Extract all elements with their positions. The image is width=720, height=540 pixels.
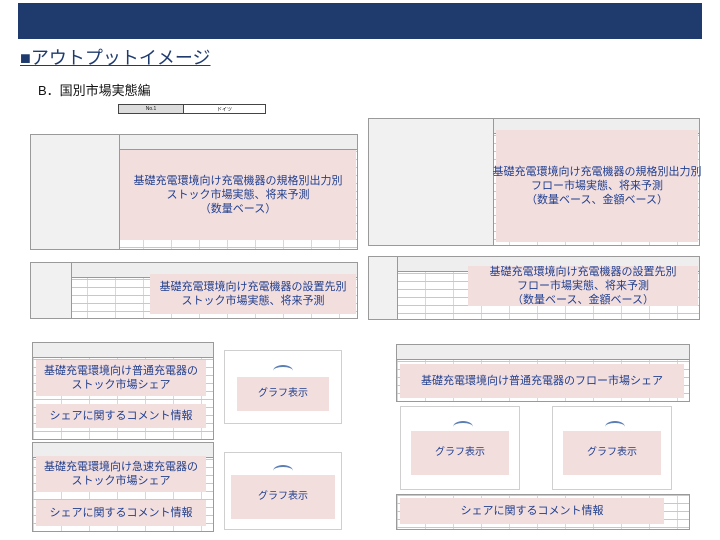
placeholder-line: ストック市場実態、将来予測 bbox=[166, 189, 310, 201]
placeholder-line: ストック市場シェア bbox=[71, 379, 171, 391]
normal-flow-chart-box-1: グラフ表示 bbox=[400, 406, 520, 490]
normal-flow-chart-box-2: グラフ表示 bbox=[552, 406, 672, 490]
chart-placeholder: グラフ表示 bbox=[237, 377, 329, 411]
normal-stock-share-placeholder: 基礎充電環境向け普通充電器の ストック市場シェア bbox=[36, 360, 206, 396]
normal-flow-comment: シェアに関するコメント情報 bbox=[400, 498, 664, 524]
placeholder-line: （数量ベース、金額ベース） bbox=[526, 194, 668, 206]
country-name-value: ドイツ bbox=[184, 105, 265, 113]
normal-stock-comment: シェアに関するコメント情報 bbox=[36, 404, 206, 428]
comment-text: シェアに関するコメント情報 bbox=[49, 410, 193, 422]
fast-stock-share-placeholder: 基礎充電環境向け急速充電器の ストック市場シェア bbox=[36, 456, 206, 492]
placeholder-line: 基礎充電環境向け充電機器の設置先別 bbox=[489, 266, 677, 278]
normal-stock-chart-box: グラフ表示 bbox=[224, 350, 342, 424]
stock-standard-placeholder: 基礎充電環境向け充電機器の規格別出力別 ストック市場実態、将来予測 （数量ベース… bbox=[120, 150, 356, 240]
placeholder-line: 基礎充電環境向け充電機器の規格別出力別 bbox=[492, 166, 702, 178]
chart-placeholder: グラフ表示 bbox=[411, 431, 509, 475]
placeholder-line: ストック市場実態、将来予測 bbox=[181, 295, 325, 307]
chart-placeholder-text: グラフ表示 bbox=[587, 447, 637, 458]
table-category-column bbox=[369, 119, 494, 245]
placeholder-line: （数量ベース） bbox=[199, 203, 277, 215]
section-subheading: B．国別市場実態編 bbox=[38, 83, 151, 98]
pie-chart-arc bbox=[273, 365, 293, 377]
chart-placeholder: グラフ表示 bbox=[563, 431, 661, 475]
country-number-box: No.1 ドイツ bbox=[118, 104, 266, 114]
stock-site-placeholder: 基礎充電環境向け充電機器の設置先別 ストック市場実態、将来予測 bbox=[150, 274, 356, 314]
page-heading: ■アウトプットイメージ bbox=[20, 48, 211, 68]
fast-stock-comment: シェアに関するコメント情報 bbox=[36, 500, 206, 526]
comment-text: シェアに関するコメント情報 bbox=[49, 507, 193, 519]
placeholder-line: ストック市場シェア bbox=[71, 475, 171, 487]
placeholder-line: 基礎充電環境向け普通充電器のフロー市場シェア bbox=[421, 375, 663, 387]
normal-flow-share-placeholder: 基礎充電環境向け普通充電器のフロー市場シェア bbox=[400, 364, 684, 398]
chart-placeholder-text: グラフ表示 bbox=[258, 491, 308, 502]
table-category-column bbox=[31, 263, 72, 318]
placeholder-line: フロー市場実態、将来予測 bbox=[517, 280, 649, 292]
chart-placeholder-text: グラフ表示 bbox=[435, 447, 485, 458]
placeholder-line: フロー市場実態、将来予測 bbox=[531, 180, 663, 192]
placeholder-line: 基礎充電環境向け普通充電器の bbox=[44, 365, 198, 377]
flow-standard-placeholder: 基礎充電環境向け充電機器の規格別出力別 フロー市場実態、将来予測 （数量ベース、… bbox=[493, 130, 702, 242]
header-band bbox=[18, 3, 702, 39]
table-category-column bbox=[31, 135, 120, 249]
comment-text: シェアに関するコメント情報 bbox=[460, 505, 604, 517]
placeholder-line: （数量ベース、金額ベース） bbox=[512, 294, 654, 306]
fast-stock-chart-box: グラフ表示 bbox=[224, 452, 342, 530]
table-header-row bbox=[397, 345, 689, 360]
chart-placeholder-text: グラフ表示 bbox=[258, 388, 308, 399]
flow-site-placeholder: 基礎充電環境向け充電機器の設置先別 フロー市場実態、将来予測 （数量ベース、金額… bbox=[468, 266, 698, 306]
table-category-column bbox=[369, 257, 398, 319]
placeholder-line: 基礎充電環境向け充電機器の設置先別 bbox=[159, 281, 347, 293]
placeholder-line: 基礎充電環境向け急速充電器の bbox=[44, 461, 198, 473]
table-header-row bbox=[33, 343, 213, 358]
placeholder-line: 基礎充電環境向け充電機器の規格別出力別 bbox=[133, 175, 343, 187]
country-number-label: No.1 bbox=[119, 105, 184, 113]
chart-placeholder: グラフ表示 bbox=[231, 475, 335, 519]
